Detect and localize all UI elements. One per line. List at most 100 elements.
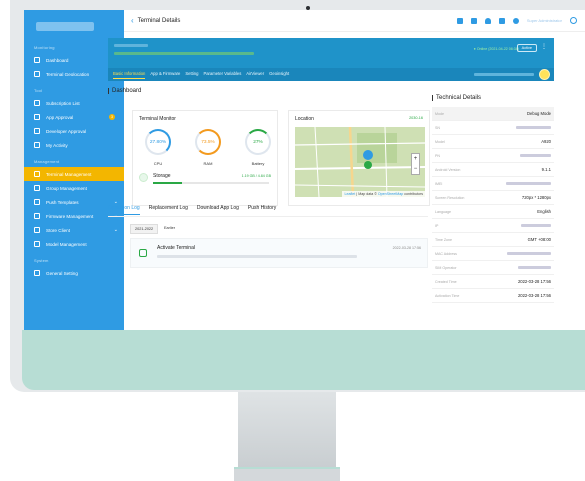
terminal-icon [139, 249, 147, 257]
terminal-name-redacted [114, 43, 148, 48]
store-icon [34, 227, 40, 233]
technical-row-value [521, 223, 551, 228]
dashboard-icon [34, 57, 40, 63]
zoom-control[interactable]: + − [411, 153, 420, 175]
technical-row: PN [432, 149, 554, 163]
technical-row-value [520, 153, 551, 158]
more-icon[interactable]: ⋮ [541, 43, 547, 50]
monitor-stand [238, 392, 336, 467]
terminal-icon [34, 171, 40, 177]
tab-replacement-log[interactable]: Replacement Log [149, 205, 188, 215]
template-icon [34, 199, 40, 205]
ram-label: RAM [203, 161, 213, 166]
technical-row-value: 2022-03-28 17:56 [517, 293, 551, 298]
bell-icon[interactable] [484, 17, 491, 24]
technical-row: Android Version 9.1.1 [432, 163, 554, 177]
document-icon[interactable] [456, 17, 463, 24]
globe-icon[interactable] [570, 17, 577, 24]
zoom-out-button[interactable]: − [412, 164, 419, 174]
technical-row-value: English [537, 209, 551, 214]
technical-row: Time Zone GMT +08:00 [432, 233, 554, 247]
firmware-icon [34, 213, 40, 219]
tab-basic-information[interactable]: Basic Information [113, 71, 146, 79]
online-status: ● Online (2021-04-22 08:38) [473, 47, 519, 51]
sidebar-item-my-activity[interactable]: My Activity [24, 138, 124, 152]
apps-icon[interactable] [498, 17, 505, 24]
sidebar-item-developer-approval[interactable]: Developer Approval [24, 124, 124, 138]
page-title: Terminal Details [137, 17, 181, 24]
tab-download-app-log[interactable]: Download App Log [197, 205, 239, 215]
layers-icon[interactable] [470, 17, 477, 24]
active-button[interactable]: Active [516, 44, 537, 52]
settings-icon [34, 270, 40, 276]
technical-row-value: A920 [541, 139, 551, 144]
sidebar-item-general-setting[interactable]: General Setting [24, 266, 124, 280]
user-icon [34, 128, 40, 134]
grid-icon [34, 114, 40, 120]
top-bar-actions: Super Administrator [456, 17, 577, 24]
technical-row: Mode Debug Mode [432, 107, 554, 121]
storage-bar [153, 182, 269, 184]
sidebar-item-model-management[interactable]: Model Management [24, 237, 124, 251]
osm-link[interactable]: OpenStreetMap [378, 192, 403, 196]
log-entry[interactable]: Activate Terminal 2022-03-28 17:56 [130, 238, 428, 268]
technical-row: SIM Operator [432, 261, 554, 275]
technical-row-label: Model [435, 139, 445, 144]
storage-value: 1.19 GB / 4.84 GB [241, 174, 271, 178]
battery-gauge: 27% [245, 129, 271, 155]
technical-row-value [518, 265, 551, 270]
user-name[interactable]: Super Administrator [527, 18, 562, 23]
technical-row-label: Language [435, 209, 451, 214]
location-card: Location 2030-16 + − Leaflet | Map data ©… [288, 110, 430, 206]
technical-row-label: SN [435, 125, 440, 130]
tab-app-firmware[interactable]: App & Firmware [150, 71, 180, 78]
monitor-foot [234, 467, 340, 481]
sidebar-item-terminal-management[interactable]: Terminal Management [24, 167, 124, 181]
back-button[interactable]: ‹ [131, 16, 134, 25]
terminal-meta-redacted [114, 52, 254, 56]
tab-operation-log[interactable]: Operation Log [108, 205, 140, 215]
technical-row: Screen Resolution 720px * 1280px [432, 191, 554, 205]
leaflet-link[interactable]: Leaflet [344, 192, 355, 196]
technical-row-value: 720px * 1280px [521, 195, 551, 200]
cpu-gauge: 27.80% [145, 129, 171, 155]
year-filter-2021-2022[interactable]: 2021-2022 [130, 224, 159, 234]
map-roads [295, 127, 425, 197]
refresh-button[interactable] [539, 69, 550, 80]
battery-value: 27% [253, 139, 263, 145]
technical-row-label: Activation Time [435, 293, 460, 298]
technical-row-label: IMEI [435, 181, 443, 186]
technical-details-title: Technical Details [432, 95, 554, 101]
location-date: 2030-16 [409, 116, 423, 120]
storage-bar-fill [153, 182, 182, 184]
technical-row-label: IP [435, 223, 439, 228]
technical-row-label: Time Zone [435, 237, 453, 242]
technical-row: IMEI [432, 177, 554, 191]
sidebar-item-store-client[interactable]: Store Client ⌄ [24, 223, 124, 237]
chevron-down-icon: ⌄ [113, 227, 118, 233]
sidebar-item-subscription-list[interactable]: Subscription List [24, 96, 124, 110]
tab-parameter-variables[interactable]: Parameter Variables [203, 71, 241, 78]
technical-row-value: Debug Mode [527, 111, 551, 116]
technical-row: IP [432, 219, 554, 233]
year-filter-earlier[interactable]: Earlier [160, 224, 179, 232]
tab-setting[interactable]: Setting [185, 71, 198, 78]
calendar-icon [34, 142, 40, 148]
map[interactable]: + − Leaflet | Map data © OpenStreetMap co… [295, 127, 425, 197]
tab-airviewer[interactable]: AirViewer [246, 71, 264, 78]
zoom-in-button[interactable]: + [412, 154, 419, 164]
technical-row: SN [432, 121, 554, 135]
technical-row: Activation Time 2022-03-28 17:56 [432, 289, 554, 303]
log-entry-date: 2022-03-28 17:56 [392, 246, 421, 250]
dashboard-title: Dashboard [108, 88, 141, 94]
sidebar-section-management: Management [34, 159, 60, 164]
tab-push-history[interactable]: Push History [248, 205, 276, 215]
user-avatar-icon[interactable] [512, 17, 519, 24]
technical-row-value: 9.1.1 [541, 167, 551, 172]
sidebar-item-group-management[interactable]: Group Management [24, 181, 124, 195]
terminal-header: ● Online (2021-04-22 08:38) Active ⋮ Bas… [108, 38, 554, 81]
map-attribution: Leaflet | Map data © OpenStreetMap contr… [342, 191, 425, 197]
technical-details: Technical Details Mode Debug Mode SN Model A… [432, 95, 554, 320]
tab-geoinsight[interactable]: Geoinsight [269, 71, 289, 78]
sidebar-item-app-approval[interactable]: App Approval 3 [24, 110, 124, 124]
